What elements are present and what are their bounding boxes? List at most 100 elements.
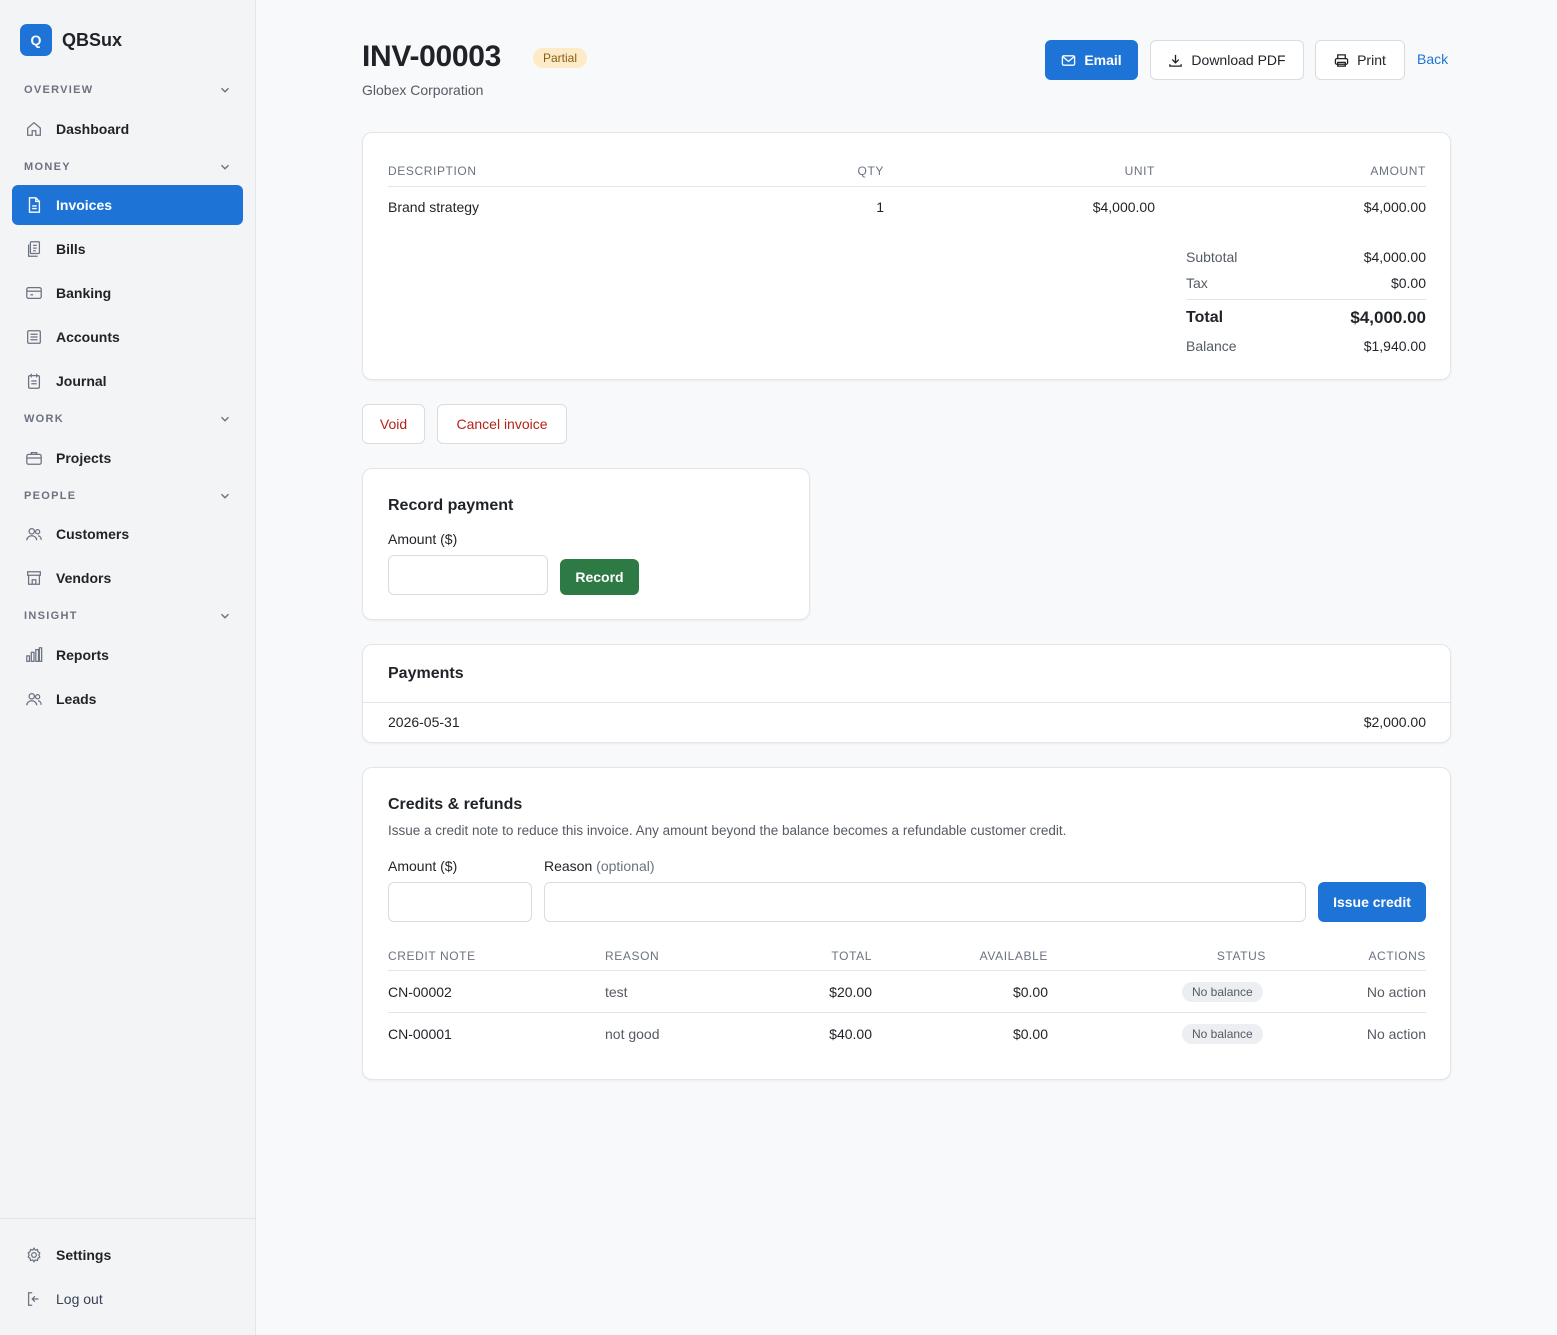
- credit-note-id: CN-00002: [388, 984, 452, 1000]
- sidebar-item-label: Customers: [56, 526, 130, 542]
- sidebar-item-dashboard[interactable]: Dashboard: [12, 109, 243, 149]
- payment-amount: $2,000.00: [1363, 714, 1426, 730]
- payment-amount-input[interactable]: [388, 555, 548, 595]
- nav-section-people[interactable]: PEOPLE: [24, 486, 232, 506]
- gear-icon: [24, 1245, 44, 1265]
- total-label: Total: [1186, 309, 1224, 326]
- sidebar-item-invoices[interactable]: Invoices: [12, 185, 243, 225]
- email-button-label: Email: [1084, 52, 1122, 68]
- printer-icon: [1334, 53, 1349, 67]
- brand[interactable]: Q QBSux: [20, 24, 122, 56]
- column-header-actions: ACTIONS: [1368, 949, 1426, 963]
- bar-chart-icon: [24, 645, 44, 665]
- credit-reason-label: Reason (optional): [544, 858, 655, 874]
- sidebar-item-accounts[interactable]: Accounts: [12, 317, 243, 357]
- column-header-status: STATUS: [1216, 949, 1266, 963]
- email-button[interactable]: Email: [1045, 40, 1138, 80]
- credit-amount-input[interactable]: [388, 882, 532, 922]
- issue-credit-button[interactable]: Issue credit: [1318, 882, 1426, 922]
- credit-status-badge: No balance: [1182, 1024, 1263, 1044]
- brand-name: QBSux: [62, 29, 123, 50]
- sidebar-item-reports[interactable]: Reports: [12, 635, 243, 675]
- print-button[interactable]: Print: [1315, 40, 1405, 80]
- balance-value: $1,940.00: [1363, 338, 1426, 354]
- sidebar-item-settings[interactable]: Settings: [12, 1235, 243, 1275]
- table-row-divider: [388, 1012, 1426, 1013]
- chevron-down-icon: [221, 416, 229, 422]
- download-icon: [1169, 54, 1183, 67]
- sidebar-item-vendors[interactable]: Vendors: [12, 558, 243, 598]
- sidebar-item-bills[interactable]: Bills: [12, 229, 243, 269]
- column-header-unit: UNIT: [1124, 164, 1155, 178]
- users-icon: [24, 689, 44, 709]
- balance-label: Balance: [1186, 338, 1237, 354]
- totals-divider: [1186, 299, 1426, 300]
- sidebar-item-label: Settings: [56, 1247, 112, 1263]
- nav-section-money[interactable]: MONEY: [24, 157, 232, 177]
- payment-date: 2026-05-31: [388, 714, 460, 730]
- credit-note-id: CN-00001: [388, 1026, 452, 1042]
- nav-section-label: WORK: [24, 413, 65, 425]
- nav-section-work[interactable]: WORK: [24, 409, 232, 429]
- tax-label: Tax: [1186, 275, 1208, 291]
- nav-section-label: INSIGHT: [24, 610, 78, 622]
- sidebar-item-logout[interactable]: Log out: [12, 1279, 243, 1319]
- chevron-down-icon: [221, 87, 229, 93]
- bank-icon: [24, 283, 44, 303]
- credit-total: $20.00: [829, 984, 872, 1000]
- credit-reason-optional: (optional): [596, 858, 655, 874]
- chevron-down-icon: [221, 613, 229, 619]
- credits-title: Credits & refunds: [388, 796, 523, 813]
- credit-total: $40.00: [829, 1026, 872, 1042]
- cancel-invoice-button[interactable]: Cancel invoice: [437, 404, 567, 444]
- sidebar-item-journal[interactable]: Journal: [12, 361, 243, 401]
- sidebar-item-customers[interactable]: Customers: [12, 514, 243, 554]
- line-item-qty: 1: [876, 199, 884, 215]
- credit-amount-label: Amount ($): [388, 858, 458, 874]
- credit-action: No action: [1366, 1026, 1426, 1042]
- download-pdf-label: Download PDF: [1191, 52, 1286, 68]
- record-button[interactable]: Record: [560, 559, 639, 595]
- credit-reason: not good: [605, 1026, 660, 1042]
- sidebar: Q QBSux OVERVIEW Dashboard MONEY Invoice…: [0, 0, 256, 1335]
- nav-section-label: MONEY: [24, 161, 71, 173]
- brand-logo: Q: [20, 24, 52, 56]
- sidebar-item-label: Reports: [56, 647, 109, 663]
- sidebar-item-banking[interactable]: Banking: [12, 273, 243, 313]
- tax-value: $0.00: [1390, 275, 1426, 291]
- status-badge: Partial: [533, 48, 588, 68]
- line-item-unit: $4,000.00: [1092, 199, 1155, 215]
- download-pdf-button[interactable]: Download PDF: [1150, 40, 1304, 80]
- credit-available: $0.00: [1012, 1026, 1048, 1042]
- column-header-available: AVAILABLE: [979, 949, 1048, 963]
- subtotal-value: $4,000.00: [1363, 249, 1426, 265]
- sidebar-item-label: Projects: [56, 450, 112, 466]
- sidebar-item-label: Banking: [56, 285, 112, 301]
- line-item-amount: $4,000.00: [1363, 199, 1426, 215]
- table-divider: [388, 186, 1426, 187]
- users-icon: [24, 524, 44, 544]
- back-link[interactable]: Back: [1417, 51, 1448, 67]
- sidebar-item-projects[interactable]: Projects: [12, 438, 243, 478]
- payments-divider: [363, 702, 1450, 703]
- sidebar-item-label: Dashboard: [56, 121, 130, 137]
- nav-section-insight[interactable]: INSIGHT: [24, 606, 232, 626]
- column-header-credit-note: CREDIT NOTE: [388, 949, 476, 963]
- record-payment-card: Record payment Amount ($) Record: [362, 468, 810, 620]
- credit-available: $0.00: [1012, 984, 1048, 1000]
- nav-section-label: OVERVIEW: [24, 84, 94, 96]
- table-divider: [388, 970, 1426, 971]
- column-header-description: DESCRIPTION: [388, 164, 477, 178]
- void-button[interactable]: Void: [362, 404, 425, 444]
- customer-name: Globex Corporation: [362, 82, 484, 98]
- record-payment-title: Record payment: [388, 497, 514, 514]
- ledger-icon: [24, 327, 44, 347]
- column-header-total: TOTAL: [831, 949, 872, 963]
- payments-title: Payments: [388, 665, 464, 682]
- column-header-reason: REASON: [605, 949, 660, 963]
- sidebar-item-leads[interactable]: Leads: [12, 679, 243, 719]
- credit-reason: test: [605, 984, 628, 1000]
- bill-icon: [24, 239, 44, 259]
- nav-section-overview[interactable]: OVERVIEW: [24, 80, 232, 100]
- credit-reason-input[interactable]: [544, 882, 1306, 922]
